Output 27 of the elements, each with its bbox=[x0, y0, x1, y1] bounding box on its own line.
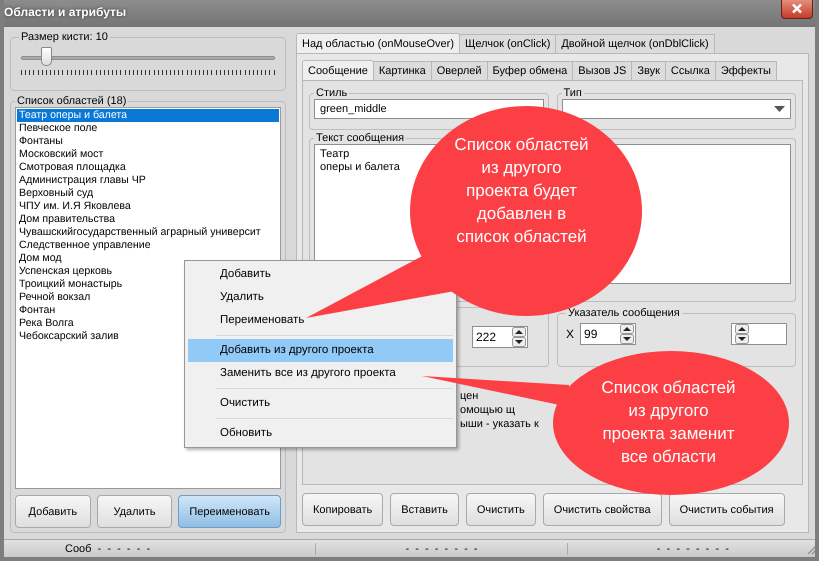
spinbox-value: 99 bbox=[584, 327, 598, 341]
window-title: Области и атрибуты bbox=[4, 4, 126, 18]
callout-text-line: проекта заменит bbox=[601, 423, 736, 445]
group-label: Текст сообщения bbox=[315, 132, 406, 144]
group-label: Размер кисти: 10 bbox=[20, 31, 109, 43]
x-label: X bbox=[566, 327, 574, 341]
callout-text-line: из другого bbox=[627, 400, 710, 422]
message-text-line: Театр bbox=[320, 148, 350, 161]
group-label: Указатель сообщения bbox=[567, 307, 681, 319]
hint-text: омощью щ bbox=[460, 403, 515, 417]
status-text: - - - - - - - - bbox=[568, 542, 815, 554]
callout-text-line: Список областей bbox=[600, 377, 737, 399]
callout-text-line: добавлен в bbox=[476, 203, 568, 225]
hint-text: цен bbox=[460, 389, 478, 403]
callout-text-line: все области bbox=[620, 446, 718, 468]
group-label: Список областей (18) bbox=[16, 95, 128, 107]
callout-text-line: список областей bbox=[455, 226, 588, 248]
callout-text-line: проекта будет bbox=[465, 180, 578, 202]
hint-text: ыши - указать к bbox=[460, 417, 539, 431]
spinbox-value: 222 bbox=[476, 330, 496, 344]
callout-text-line: Список областей bbox=[453, 134, 590, 156]
callout-text-line: из другого bbox=[480, 157, 563, 179]
message-text-line: оперы и балета bbox=[320, 161, 400, 174]
status-text: - - - - - - - - bbox=[316, 542, 568, 554]
group-label: Тип bbox=[562, 87, 583, 99]
group-label: Стиль bbox=[315, 87, 348, 99]
status-text: Сооб - - - - - - bbox=[4, 542, 316, 554]
